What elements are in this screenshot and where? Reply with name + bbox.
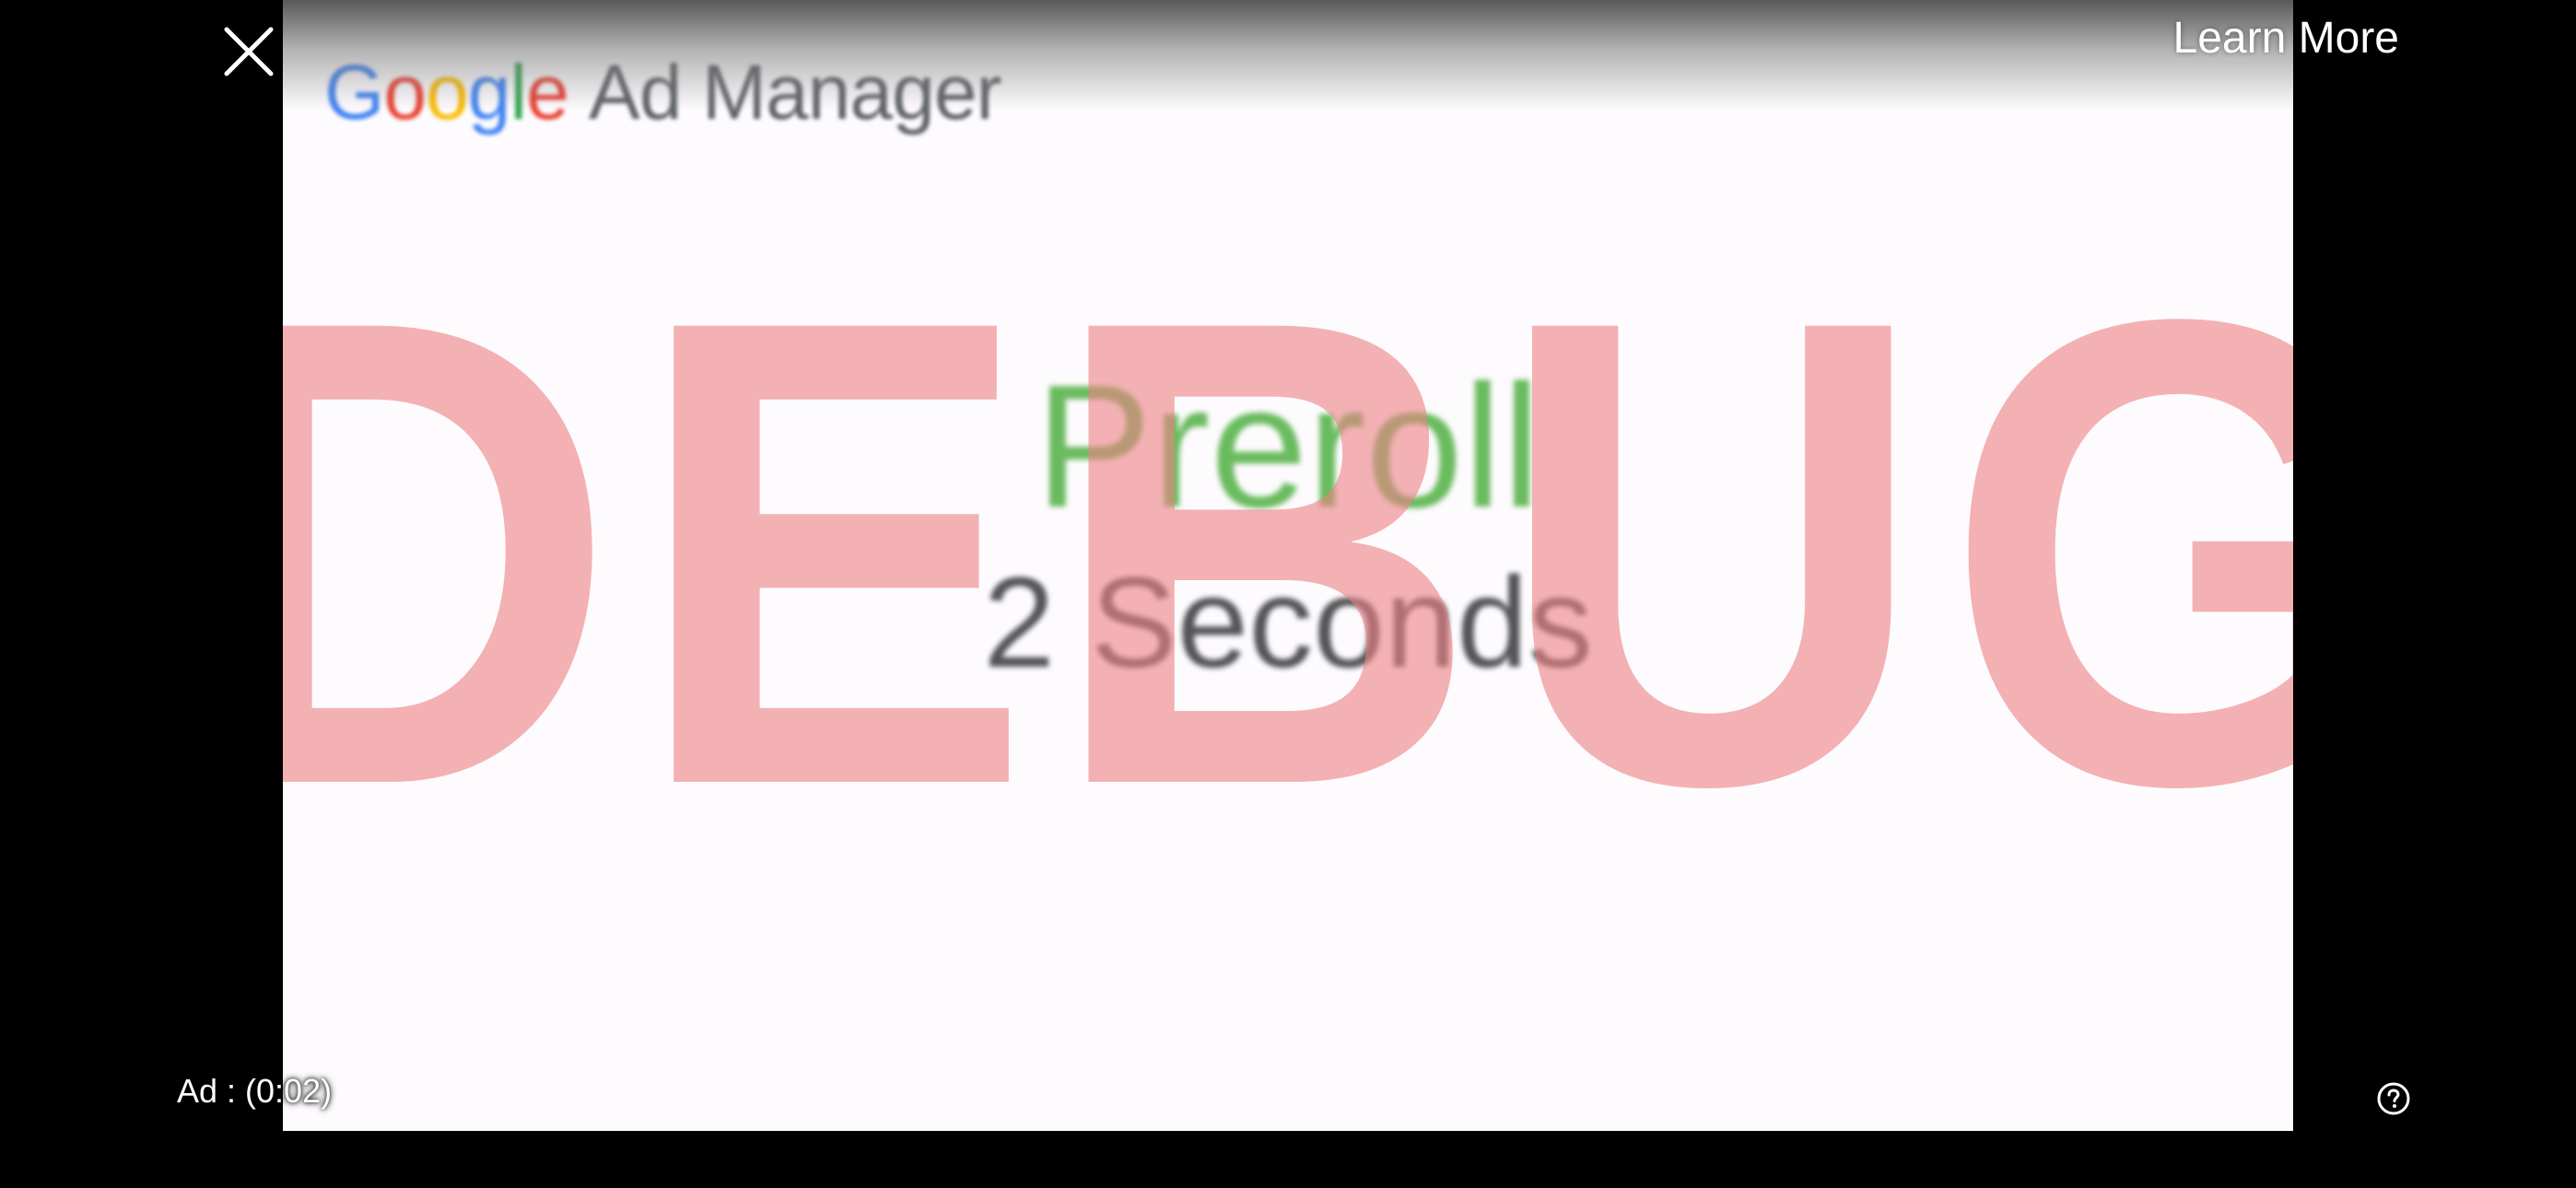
video-ad-player: GoogleAd Manager Preroll 2 Seconds DEBUG… <box>0 0 2576 1188</box>
debug-watermark: DEBUG <box>283 181 2293 923</box>
top-gradient <box>283 0 2293 111</box>
close-button[interactable] <box>214 17 284 87</box>
question-circle-icon <box>2377 1082 2410 1115</box>
ad-countdown-label: Ad : (0:02) <box>177 1072 333 1110</box>
help-button[interactable] <box>2375 1080 2412 1117</box>
close-icon <box>224 27 274 76</box>
ad-video-frame[interactable]: GoogleAd Manager Preroll 2 Seconds DEBUG <box>283 0 2293 1131</box>
learn-more-link[interactable]: Learn More <box>2173 13 2399 64</box>
